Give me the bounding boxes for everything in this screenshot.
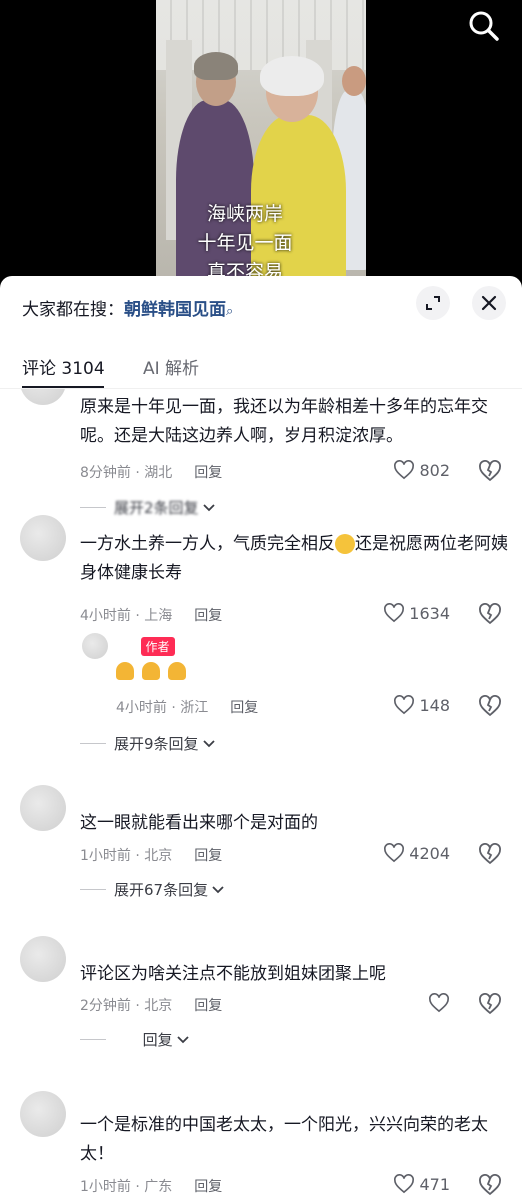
comment-sheet-header: 大家都在搜：朝鲜韩国见面⌕: [0, 276, 522, 332]
comment-meta: 4小时前 · 浙江 回复: [116, 697, 258, 717]
avatar[interactable]: [20, 389, 66, 405]
expand-sheet-button[interactable]: [416, 286, 450, 320]
comment-meta: 4小时前 · 上海 回复: [80, 605, 222, 625]
comment-tabs: 评论 3104 AI 解析: [0, 344, 522, 389]
like-count: 4204: [409, 843, 450, 863]
avatar[interactable]: [20, 936, 66, 982]
comment-text: 一个是标准的中国老太太，一个阳光，兴兴向荣的老太太！: [80, 1115, 488, 1164]
comment-text: 这一眼就能看出来哪个是对面的: [80, 813, 318, 833]
search-icon[interactable]: [464, 6, 504, 46]
expand-icon: [426, 296, 440, 310]
reply-button[interactable]: 回复: [230, 700, 258, 716]
comment-time-location: 8分钟前 · 湖北: [80, 465, 173, 481]
comment-time-location: 4小时前 · 上海: [80, 608, 173, 624]
like-count: 1634: [409, 603, 450, 623]
comment-time-location: 1小时前 · 广东: [80, 1179, 173, 1195]
video-caption: 海峡两岸 十年见一面 真不容易: [170, 200, 320, 287]
comment-text: 一方水土养一方人，气质完全相反 还是祝愿两位老阿姨身体健康长寿: [80, 530, 510, 588]
like-count: 471: [419, 1174, 450, 1194]
heart-icon: [429, 993, 449, 1013]
reply-button[interactable]: 回复: [194, 848, 222, 864]
broken-heart-icon[interactable]: [478, 460, 502, 484]
reply-button[interactable]: 回复: [194, 608, 222, 624]
like-button[interactable]: [428, 993, 450, 1013]
comment-text-part: 一方水土养一方人，气质完全相反: [80, 534, 335, 554]
reply-button[interactable]: 回复: [194, 1179, 222, 1195]
caption-line: 十年见一面: [197, 232, 293, 254]
avatar[interactable]: [20, 1091, 66, 1137]
chevron-down-icon: [212, 885, 224, 893]
video-man-head: [342, 66, 366, 96]
like-count: 802: [419, 460, 450, 480]
like-button[interactable]: 802: [393, 460, 450, 480]
broken-heart-icon[interactable]: [478, 1174, 502, 1198]
reply-button[interactable]: 回复: [194, 998, 222, 1014]
comment-time-location: 2分钟前 · 北京: [80, 998, 173, 1014]
expand-replies[interactable]: 展开2条回复: [80, 497, 216, 518]
trending-search-keyword[interactable]: 朝鲜韩国见面: [124, 300, 226, 320]
comment-list[interactable]: 原来是十年见一面，我还以为年龄相差十多年的忘年交呢。还是大陆这边养人啊，岁月积淀…: [0, 389, 522, 1200]
reply-button[interactable]: 回复: [194, 465, 222, 481]
heart-icon: [384, 843, 405, 863]
comment-meta: 8分钟前 · 湖北 回复: [80, 462, 222, 482]
reply-emojis: [116, 662, 194, 684]
expand-replies[interactable]: 展开9条回复: [80, 733, 216, 754]
comment-meta: 1小时前 · 广东 回复: [80, 1176, 222, 1196]
comment-meta: 1小时前 · 北京 回复: [80, 845, 222, 865]
chevron-down-icon: [176, 1035, 189, 1043]
heart-icon: [384, 603, 405, 623]
broken-heart-icon[interactable]: [478, 993, 502, 1017]
caption-line: 海峡两岸: [206, 203, 283, 225]
small-search-icon: ⌕: [226, 304, 234, 319]
close-icon: [481, 295, 497, 311]
comment-meta: 2分钟前 · 北京 回复: [80, 995, 222, 1015]
like-button[interactable]: 4204: [383, 843, 450, 863]
video-woman-right-hair: [260, 56, 324, 96]
pray-emoji-icon: [168, 662, 186, 680]
author-badge: 作者: [140, 637, 175, 656]
broken-heart-icon[interactable]: [478, 695, 502, 719]
heart-icon: [394, 1174, 415, 1194]
username[interactable]: 作者: [118, 637, 175, 656]
like-count: 148: [419, 695, 450, 715]
expand-replies[interactable]: 展开67条回复: [80, 879, 225, 900]
close-button[interactable]: [472, 286, 506, 320]
video-player[interactable]: 海峡两岸 十年见一面 真不容易: [0, 0, 522, 300]
trending-search[interactable]: 大家都在搜：朝鲜韩国见面⌕: [22, 295, 233, 320]
video-woman-left-hair: [194, 52, 238, 80]
smile-emoji-icon: [335, 534, 355, 554]
chevron-down-icon: [202, 739, 215, 747]
pray-emoji-icon: [116, 662, 134, 680]
avatar[interactable]: [82, 633, 108, 659]
chevron-down-icon: [202, 503, 215, 511]
avatar[interactable]: [20, 515, 66, 561]
broken-heart-icon[interactable]: [478, 603, 502, 627]
like-button[interactable]: 471: [393, 1174, 450, 1194]
comment-time-location: 4小时前 · 浙江: [116, 700, 209, 716]
heart-icon: [394, 695, 415, 715]
comment-sheet: 大家都在搜：朝鲜韩国见面⌕ 评论 3104 AI 解析 原来是十年见一面，我还以…: [0, 276, 522, 1200]
pray-emoji-icon: [142, 662, 160, 680]
comment-text: 原来是十年见一面，我还以为年龄相差十多年的忘年交呢。还是大陆这边养人啊，岁月积淀…: [80, 397, 488, 446]
tab-comments[interactable]: 评论 3104: [22, 354, 105, 379]
tab-ai-analysis[interactable]: AI 解析: [143, 354, 199, 379]
expand-replies[interactable]: 回复: [80, 1029, 190, 1050]
active-tab-indicator: [22, 386, 104, 388]
comment-time-location: 1小时前 · 北京: [80, 848, 173, 864]
heart-icon: [394, 460, 415, 480]
comment-text: 评论区为啥关注点不能放到姐妹团聚上呢: [80, 964, 386, 984]
like-button[interactable]: 1634: [383, 603, 450, 623]
avatar[interactable]: [20, 785, 66, 831]
trending-search-prefix: 大家都在搜：: [22, 300, 124, 320]
like-button[interactable]: 148: [393, 695, 450, 715]
broken-heart-icon[interactable]: [478, 843, 502, 867]
